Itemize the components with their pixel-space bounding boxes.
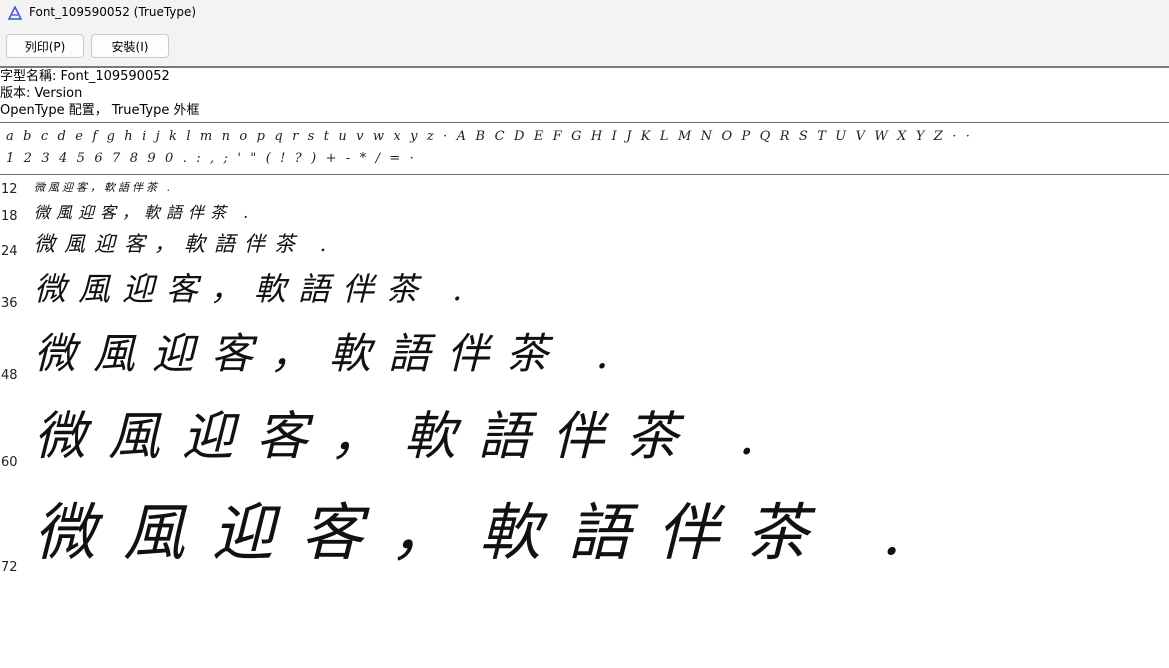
sample-row-72: 72 微風迎客，軟語伴茶 . — [0, 478, 1169, 578]
font-app-icon — [7, 5, 23, 20]
font-info: 字型名稱: Font_109590052 版本: Version OpenTyp… — [0, 68, 1169, 119]
sample-row-60: 60 微風迎客，軟語伴茶 . — [0, 392, 1169, 482]
window-title: Font_109590052 (TrueType) — [29, 5, 197, 19]
font-name-line: 字型名稱: Font_109590052 — [0, 69, 170, 84]
separator-top — [0, 122, 1169, 123]
character-set-preview: abcdefghijklmnopqrstuvwxyz·ABCDEFGHIJKLM… — [0, 126, 1169, 170]
size-label: 60 — [1, 455, 18, 470]
sample-text: 微風迎客，軟語伴茶 . — [34, 203, 255, 222]
sample-text: 微風迎客，軟語伴茶 . — [34, 232, 336, 256]
charset-digits-punctuation: 1234567890.:,;'"(!?)+-*/=· — [6, 151, 424, 166]
title-bar: Font_109590052 (TrueType) — [0, 0, 1169, 24]
sample-text: 微風迎客，軟語伴茶 . — [34, 270, 475, 308]
size-label: 48 — [1, 368, 18, 383]
size-label: 72 — [1, 560, 18, 575]
size-label: 36 — [1, 296, 18, 311]
size-label: 12 — [1, 182, 18, 197]
sample-text: 微風迎客，軟語伴茶 . — [34, 496, 929, 569]
type-line: OpenType 配置， TrueType 外框 — [0, 103, 200, 118]
sample-text: 微風迎客，軟語伴茶 . — [34, 181, 173, 194]
install-button[interactable]: 安裝(I) — [91, 34, 169, 58]
sample-text: 微風迎客，軟語伴茶 . — [34, 329, 626, 378]
charset-letters: abcdefghijklmnopqrstuvwxyz·ABCDEFGHIJKLM… — [6, 129, 980, 144]
size-label: 18 — [1, 209, 18, 224]
separator-bottom — [0, 174, 1169, 175]
toolbar: 列印(P) 安裝(I) — [0, 24, 1169, 68]
version-line: 版本: Version — [0, 86, 83, 101]
print-button[interactable]: 列印(P) — [6, 34, 84, 58]
size-label: 24 — [1, 244, 18, 259]
sample-text: 微風迎客，軟語伴茶 . — [34, 407, 778, 467]
